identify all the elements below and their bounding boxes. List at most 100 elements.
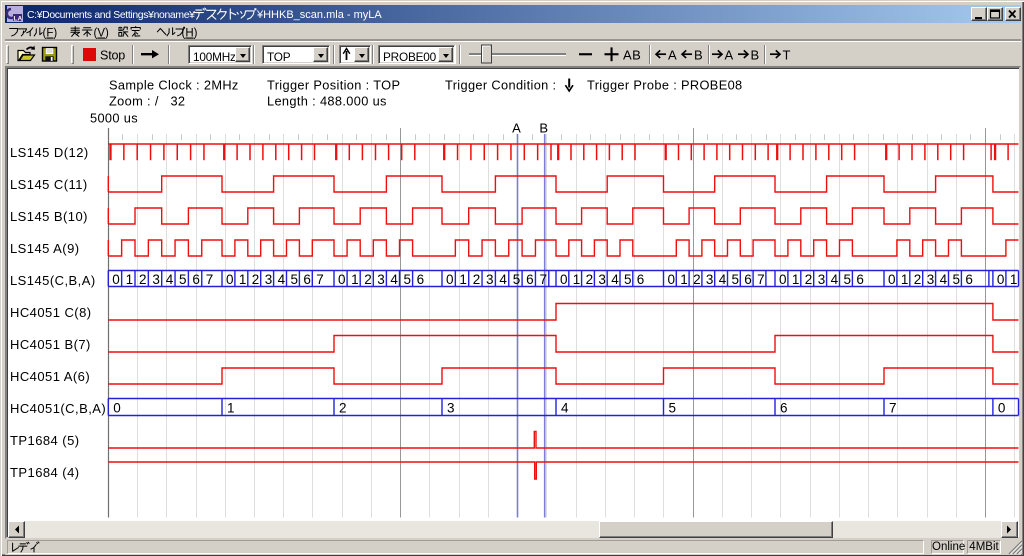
- svg-text:C:¥Documents and Settings¥nona: C:¥Documents and Settings¥noname¥: [27, 10, 195, 21]
- svg-text:6: 6: [744, 272, 752, 287]
- svg-text:4: 4: [278, 272, 286, 287]
- svg-text:0: 0: [113, 401, 121, 416]
- svg-text:6: 6: [780, 401, 788, 416]
- svg-text:(V): (V): [94, 28, 110, 40]
- svg-text:6: 6: [192, 272, 200, 287]
- svg-text:5: 5: [732, 272, 740, 287]
- svg-text:0: 0: [888, 272, 896, 287]
- svg-text:3: 3: [598, 272, 606, 287]
- svg-text:7: 7: [316, 272, 324, 287]
- svg-text:5: 5: [513, 272, 521, 287]
- svg-text:1: 1: [573, 272, 581, 287]
- svg-text:0: 0: [112, 272, 120, 287]
- svg-text:6: 6: [965, 272, 973, 287]
- svg-text:3: 3: [927, 272, 935, 287]
- svg-text:4: 4: [611, 272, 619, 287]
- svg-text:Trigger Position : TOP: Trigger Position : TOP: [267, 78, 400, 93]
- svg-text:Sample Clock : 2MHz: Sample Clock : 2MHz: [109, 78, 239, 93]
- svg-text:4: 4: [390, 272, 398, 287]
- svg-text:Trigger Condition :: Trigger Condition :: [445, 78, 556, 93]
- svg-text:LS145 A(9): LS145 A(9): [10, 241, 80, 256]
- svg-text:B: B: [539, 121, 548, 136]
- svg-text:A: A: [725, 48, 734, 63]
- svg-text:2: 2: [805, 272, 813, 287]
- svg-text:LS145 D(12): LS145 D(12): [10, 145, 89, 160]
- svg-text:5: 5: [179, 272, 187, 287]
- svg-text:3: 3: [377, 272, 385, 287]
- svg-text:2: 2: [364, 272, 372, 287]
- svg-text:4: 4: [719, 272, 727, 287]
- svg-text:3: 3: [447, 401, 455, 416]
- svg-text:0: 0: [997, 272, 1005, 287]
- svg-text:7: 7: [757, 272, 765, 287]
- svg-text:1: 1: [1010, 272, 1018, 287]
- svg-text:2: 2: [693, 272, 701, 287]
- svg-text:Stop: Stop: [100, 49, 125, 63]
- svg-text:0: 0: [560, 272, 568, 287]
- svg-text:5: 5: [669, 401, 677, 416]
- svg-text:4: 4: [940, 272, 948, 287]
- svg-text:4: 4: [831, 272, 839, 287]
- svg-text:3: 3: [152, 272, 160, 287]
- svg-text:2: 2: [473, 272, 481, 287]
- svg-text:¥HHKB_scan.mla - myLA: ¥HHKB_scan.mla - myLA: [256, 9, 382, 21]
- svg-text:A: A: [668, 48, 677, 63]
- svg-text:2: 2: [252, 272, 260, 287]
- svg-text:AB: AB: [623, 48, 641, 63]
- svg-text:0: 0: [446, 272, 454, 287]
- svg-text:1: 1: [901, 272, 909, 287]
- svg-text:5: 5: [404, 272, 412, 287]
- svg-text:1: 1: [351, 272, 359, 287]
- svg-text:3: 3: [706, 272, 714, 287]
- svg-text:6: 6: [303, 272, 311, 287]
- svg-text:LS145 C(11): LS145 C(11): [10, 177, 88, 192]
- svg-text:1: 1: [459, 272, 467, 287]
- svg-text:2: 2: [914, 272, 922, 287]
- svg-text:Trigger Probe : PROBE08: Trigger Probe : PROBE08: [587, 78, 743, 93]
- svg-text:T: T: [783, 48, 791, 63]
- svg-text:0: 0: [338, 272, 346, 287]
- svg-text:5000 us: 5000 us: [90, 111, 138, 126]
- svg-text:7: 7: [539, 272, 547, 287]
- svg-text:LS145(C,B,A): LS145(C,B,A): [10, 273, 96, 288]
- svg-text:(H): (H): [182, 28, 198, 40]
- svg-text:6: 6: [417, 272, 425, 287]
- svg-text:TP1684 (5): TP1684 (5): [10, 433, 80, 448]
- svg-text:5: 5: [291, 272, 299, 287]
- svg-text:HC4051 C(8): HC4051 C(8): [10, 305, 92, 320]
- svg-text:Length : 488.000 us: Length : 488.000 us: [267, 94, 387, 109]
- svg-text:HC4051 A(6): HC4051 A(6): [10, 369, 90, 384]
- svg-text:1: 1: [680, 272, 688, 287]
- svg-text:2: 2: [139, 272, 147, 287]
- svg-text:5: 5: [844, 272, 852, 287]
- svg-text:4: 4: [166, 272, 174, 287]
- svg-text:5: 5: [953, 272, 961, 287]
- svg-text:1: 1: [227, 401, 235, 416]
- svg-text:1: 1: [239, 272, 247, 287]
- svg-text:6: 6: [856, 272, 864, 287]
- svg-text:6: 6: [637, 272, 645, 287]
- svg-text:A: A: [512, 121, 521, 136]
- svg-text:3: 3: [486, 272, 494, 287]
- svg-text:LS145 B(10): LS145 B(10): [10, 209, 88, 224]
- svg-text:6: 6: [526, 272, 534, 287]
- svg-text:7: 7: [889, 401, 897, 416]
- svg-text:5: 5: [624, 272, 632, 287]
- svg-text:0: 0: [668, 272, 676, 287]
- svg-text:0: 0: [779, 272, 787, 287]
- svg-text:Zoom : / 32: Zoom : / 32: [109, 94, 185, 109]
- svg-text:HC4051(C,B,A): HC4051(C,B,A): [10, 401, 106, 416]
- svg-text:4: 4: [561, 401, 569, 416]
- svg-text:2: 2: [339, 401, 347, 416]
- svg-text:(F): (F): [43, 28, 58, 40]
- svg-text:B: B: [694, 48, 703, 63]
- svg-text:1: 1: [126, 272, 134, 287]
- svg-text:0: 0: [226, 272, 234, 287]
- svg-text:7: 7: [206, 272, 214, 287]
- svg-text:3: 3: [265, 272, 273, 287]
- svg-text:LA: LA: [14, 16, 23, 23]
- svg-text:TP1684 (4): TP1684 (4): [10, 465, 80, 480]
- svg-text:B: B: [751, 48, 760, 63]
- svg-text:3: 3: [818, 272, 826, 287]
- svg-text:2: 2: [586, 272, 594, 287]
